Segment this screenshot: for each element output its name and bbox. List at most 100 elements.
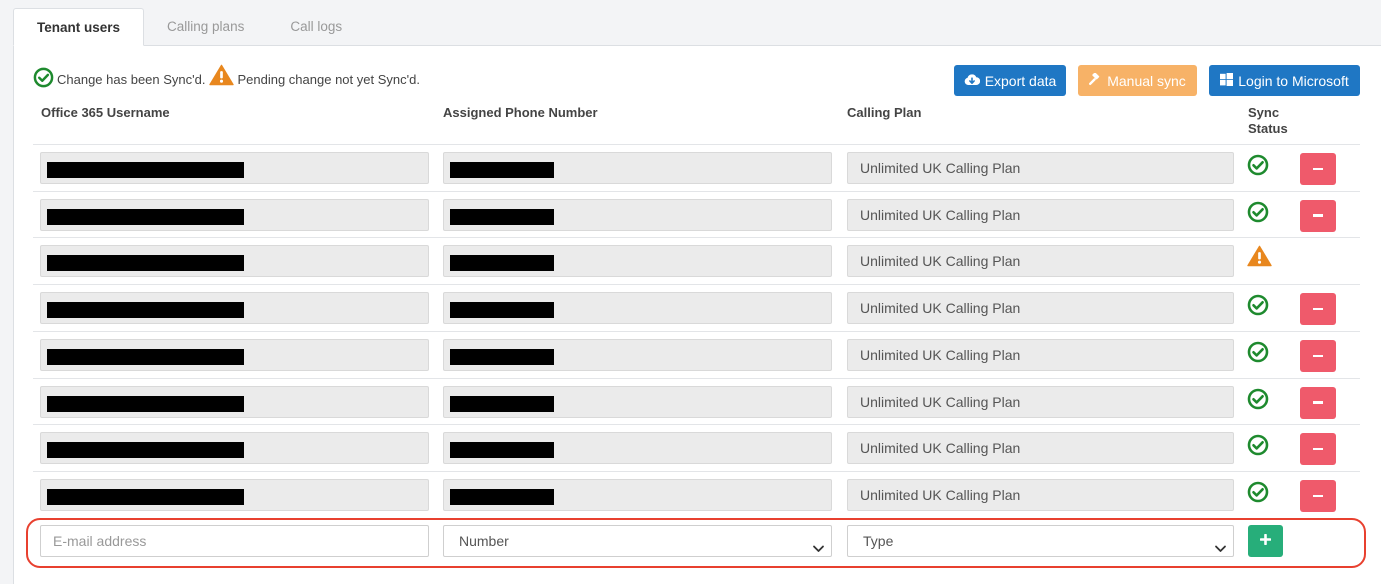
username-field[interactable] <box>40 338 429 371</box>
windows-icon <box>1220 72 1234 89</box>
type-select[interactable]: Type <box>847 525 1234 557</box>
table-row: Unlimited UK Calling Plan <box>33 330 1360 378</box>
table-row: Unlimited UK Calling Plan <box>33 144 1360 191</box>
synced-check-icon <box>1247 388 1269 410</box>
number-select-value: Number <box>459 533 509 549</box>
calling-plan-value: Unlimited UK Calling Plan <box>860 206 1021 223</box>
redacted-phone-number <box>450 302 554 319</box>
calling-plan-value: Unlimited UK Calling Plan <box>860 253 1021 270</box>
phone-number-field[interactable] <box>443 385 832 418</box>
synced-check-icon <box>1247 201 1269 223</box>
minus-icon <box>1313 307 1323 311</box>
tab-calling-plans[interactable]: Calling plans <box>144 8 267 46</box>
calling-plan-value: Unlimited UK Calling Plan <box>860 440 1021 457</box>
pending-warning-icon <box>1247 245 1272 267</box>
username-field[interactable] <box>40 292 429 325</box>
redacted-phone-number <box>450 348 554 365</box>
username-field[interactable] <box>40 385 429 418</box>
phone-number-field[interactable] <box>443 432 832 465</box>
calling-plan-field[interactable]: Unlimited UK Calling Plan <box>847 292 1234 325</box>
minus-icon <box>1313 214 1323 217</box>
redacted-phone-number <box>450 442 554 459</box>
header-phone: Assigned Phone Number <box>443 105 598 120</box>
remove-user-button[interactable] <box>1300 199 1336 232</box>
export-data-label: Export data <box>984 72 1057 89</box>
calling-plan-value: Unlimited UK Calling Plan <box>860 486 1021 503</box>
login-microsoft-label: Login to Microsoft <box>1238 72 1349 89</box>
phone-number-field[interactable] <box>443 152 832 184</box>
table-row: Unlimited UK Calling Plan <box>33 470 1360 518</box>
synced-check-icon <box>1247 434 1269 456</box>
phone-number-field[interactable] <box>443 245 832 278</box>
calling-plan-field[interactable]: Unlimited UK Calling Plan <box>847 478 1234 511</box>
username-field[interactable] <box>40 245 429 278</box>
phone-number-field[interactable] <box>443 198 832 231</box>
type-select-value: Type <box>863 533 894 549</box>
redacted-username <box>47 162 244 178</box>
phone-number-field[interactable] <box>443 338 832 371</box>
calling-plan-field[interactable]: Unlimited UK Calling Plan <box>847 338 1234 371</box>
table-row: Unlimited UK Calling Plan <box>33 237 1360 284</box>
header-calling-plan: Calling Plan <box>847 105 922 120</box>
manual-sync-label: Manual sync <box>1107 72 1186 89</box>
manual-sync-button[interactable]: Manual sync <box>1078 65 1197 96</box>
plus-icon <box>1259 532 1272 550</box>
tab-call-logs[interactable]: Call logs <box>267 8 365 46</box>
number-select[interactable]: Number <box>443 525 832 557</box>
redacted-username <box>47 488 244 505</box>
synced-check-icon <box>1247 154 1269 176</box>
redacted-username <box>47 442 244 459</box>
minus-icon <box>1313 401 1323 404</box>
chevron-down-icon <box>812 535 825 565</box>
username-field[interactable] <box>40 152 429 184</box>
remove-user-button[interactable] <box>1300 339 1336 372</box>
calling-plan-field[interactable]: Unlimited UK Calling Plan <box>847 245 1234 278</box>
table-row: Unlimited UK Calling Plan <box>33 190 1360 238</box>
minus-icon <box>1313 354 1323 358</box>
calling-plan-field[interactable]: Unlimited UK Calling Plan <box>847 152 1234 184</box>
redacted-phone-number <box>450 488 554 505</box>
remove-user-button[interactable] <box>1300 293 1336 326</box>
calling-plan-value: Unlimited UK Calling Plan <box>860 160 1021 176</box>
phone-number-field[interactable] <box>443 292 832 325</box>
synced-check-icon <box>1247 341 1269 363</box>
remove-user-button[interactable] <box>1300 153 1336 185</box>
redacted-phone-number <box>450 255 554 272</box>
synced-check-icon <box>1247 481 1269 503</box>
username-field[interactable] <box>40 198 429 231</box>
redacted-phone-number <box>450 395 554 412</box>
redacted-phone-number <box>450 162 554 178</box>
calling-plan-value: Unlimited UK Calling Plan <box>860 346 1021 363</box>
calling-plan-field[interactable]: Unlimited UK Calling Plan <box>847 432 1234 465</box>
chevron-down-icon <box>1214 535 1227 565</box>
calling-plan-field[interactable]: Unlimited UK Calling Plan <box>847 198 1234 231</box>
phone-number-field[interactable] <box>443 478 832 511</box>
username-field[interactable] <box>40 432 429 465</box>
cloud-download-icon <box>964 73 980 89</box>
table-row: Unlimited UK Calling Plan <box>33 424 1360 471</box>
legend-pending-text: Pending change not yet Sync'd. <box>237 71 420 87</box>
email-input[interactable]: E-mail address <box>40 525 429 557</box>
add-user-button[interactable] <box>1248 525 1283 557</box>
export-data-button[interactable]: Export data <box>954 65 1066 96</box>
minus-icon <box>1313 167 1323 171</box>
redacted-username <box>47 302 244 319</box>
synced-check-icon <box>1247 294 1269 316</box>
calling-plan-value: Unlimited UK Calling Plan <box>860 300 1021 317</box>
redacted-username <box>47 208 244 225</box>
minus-icon <box>1313 494 1323 498</box>
tab-tenant-users[interactable]: Tenant users <box>13 8 145 46</box>
header-username: Office 365 Username <box>41 105 170 120</box>
redacted-username <box>47 348 244 365</box>
login-microsoft-button[interactable]: Login to Microsoft <box>1209 65 1360 96</box>
remove-user-button[interactable] <box>1300 433 1336 466</box>
calling-plan-field[interactable]: Unlimited UK Calling Plan <box>847 385 1234 418</box>
minus-icon <box>1313 447 1323 451</box>
legend-synced-text: Change has been Sync'd. <box>57 71 206 87</box>
table-row: Unlimited UK Calling Plan <box>33 377 1360 425</box>
remove-user-button[interactable] <box>1300 386 1336 419</box>
gavel-icon <box>1089 71 1102 89</box>
redacted-username <box>47 255 244 272</box>
username-field[interactable] <box>40 478 429 511</box>
remove-user-button[interactable] <box>1300 479 1336 512</box>
